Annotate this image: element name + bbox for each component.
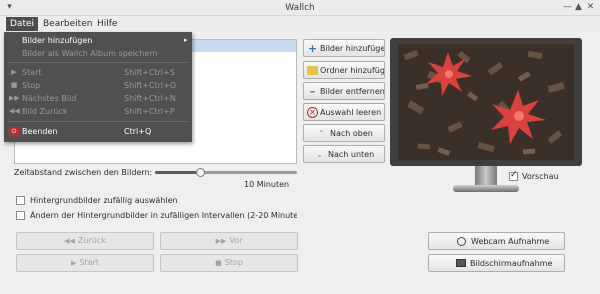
screen-capture-icon xyxy=(456,259,466,267)
wallpaper-preview-image xyxy=(398,44,574,160)
rewind-icon: ◀◀ xyxy=(9,107,20,115)
webcam-icon xyxy=(457,237,466,246)
quit-icon: ⏻ xyxy=(9,127,19,136)
fast-forward-icon: ▶▶ xyxy=(215,237,227,245)
menu-item-add-images[interactable]: Bilder hinzufügen ▸ xyxy=(4,34,192,47)
window-title: Wallch xyxy=(285,3,315,13)
screenshot-button[interactable]: Bildschirmaufnahme xyxy=(428,254,565,272)
interval-slider-fill xyxy=(155,171,201,174)
menu-bearbeiten[interactable]: Bearbeiten xyxy=(39,17,96,31)
interval-value: 10 Minuten xyxy=(244,180,290,189)
submenu-arrow-icon: ▸ xyxy=(184,36,188,44)
preview-checkbox[interactable] xyxy=(509,170,518,181)
move-down-button[interactable]: ⌄ Nach unten xyxy=(303,145,385,163)
close-icon[interactable]: ✕ xyxy=(585,2,596,13)
arrow-up-icon: ⌃ xyxy=(318,129,325,138)
datei-menu: Bilder hinzufügen ▸ Bilder als Wallch Al… xyxy=(4,32,192,142)
menu-item-quit[interactable]: ⏻ Beenden Ctrl+Q xyxy=(4,125,192,138)
clear-selection-button[interactable]: ✕ Auswahl leeren xyxy=(303,103,385,121)
random-images-label: Hintergrundbilder zufällig auswählen xyxy=(30,196,178,205)
monitor-stand xyxy=(475,166,497,186)
start-button[interactable]: ▶ Start xyxy=(16,254,154,272)
remove-images-button[interactable]: – Bilder entfernen xyxy=(303,82,385,100)
plus-icon: + xyxy=(307,42,318,55)
webcam-button[interactable]: Webcam Aufnahme xyxy=(428,232,565,250)
random-intervals-label: Ändern der Hintergrundbilder in zufällig… xyxy=(30,211,297,220)
play-icon: ▶ xyxy=(11,68,17,76)
play-icon: ▶ xyxy=(71,259,77,267)
menu-item-next[interactable]: ▶▶ Nächstes Bild Shift+Ctrl+N xyxy=(4,92,192,105)
preview-label: Vorschau xyxy=(522,172,559,181)
monitor-base xyxy=(453,185,519,192)
back-button[interactable]: ◀◀ Zurück xyxy=(16,232,154,250)
stop-icon: ■ xyxy=(215,259,222,267)
add-folder-button[interactable]: Ordner hinzufügen xyxy=(303,61,385,79)
add-images-button[interactable]: + Bilder hinzufügen xyxy=(303,39,385,57)
menu-item-start[interactable]: ▶ Start Shift+Ctrl+S xyxy=(4,66,192,79)
fast-forward-icon: ▶▶ xyxy=(9,94,20,102)
arrow-down-icon: ⌄ xyxy=(316,150,323,159)
minimize-icon[interactable]: — xyxy=(562,2,573,13)
maximize-icon[interactable]: ▲ xyxy=(573,2,584,13)
menubar: Datei Bearbeiten Hilfe xyxy=(0,16,600,32)
stop-button[interactable]: ■ Stop xyxy=(160,254,298,272)
folder-icon xyxy=(307,66,318,75)
interval-label: Zeitabstand zwischen den Bildern: xyxy=(14,168,153,177)
menu-datei[interactable]: Datei xyxy=(6,17,39,31)
rewind-icon: ◀◀ xyxy=(64,237,75,245)
preview-monitor xyxy=(390,38,582,166)
move-up-button[interactable]: ⌃ Nach oben xyxy=(303,124,385,142)
menu-item-save-album[interactable]: Bilder als Wallch Album speichern xyxy=(4,47,192,60)
menu-separator xyxy=(8,62,188,63)
menu-separator xyxy=(8,121,188,122)
random-intervals-checkbox[interactable] xyxy=(16,211,25,220)
menu-item-prev[interactable]: ◀◀ Bild Zurück Shift+Ctrl+P xyxy=(4,105,192,118)
title-bar: ▾ Wallch — ▲ ✕ xyxy=(0,0,600,16)
interval-slider-handle[interactable] xyxy=(196,168,206,177)
stop-icon: ■ xyxy=(10,81,18,89)
menu-item-stop[interactable]: ■ Stop Shift+Ctrl+O xyxy=(4,79,192,92)
forward-button[interactable]: ▶▶ Vor xyxy=(160,232,298,250)
minus-icon: – xyxy=(309,85,316,98)
menu-hilfe[interactable]: Hilfe xyxy=(93,17,121,31)
clear-icon: ✕ xyxy=(307,107,318,118)
random-images-checkbox[interactable] xyxy=(16,196,25,205)
